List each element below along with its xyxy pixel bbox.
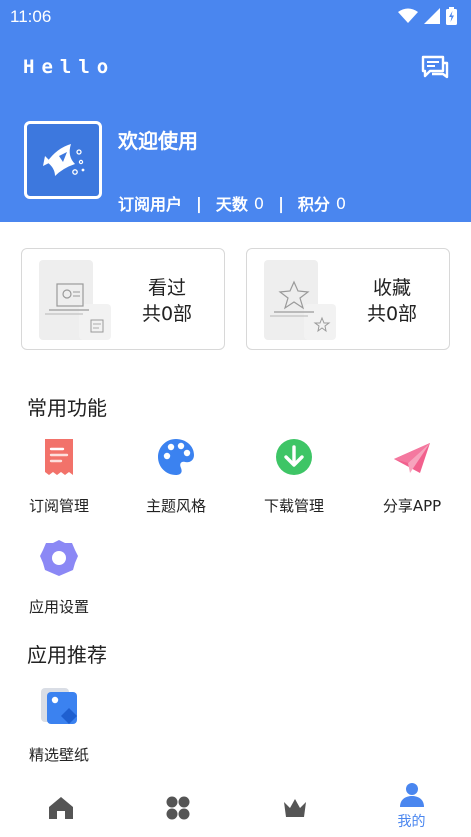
wifi-icon [398,8,418,23]
chat-icon [421,55,449,79]
grid-icon [166,796,189,820]
user-type: 订阅用户 [118,195,183,214]
card-count: 共0部 [141,303,193,325]
status-time: 11:06 [10,7,52,26]
status-bar: 11:06 [0,0,471,34]
favorites-illustration-icon [264,260,336,340]
crown-icon [283,799,306,817]
theme-style-item[interactable]: 主题风格 [121,437,231,516]
common-functions-title: 常用功能 [27,396,107,420]
wallpaper-item[interactable]: 精选壁纸 [4,686,114,765]
days-label: 天数 [215,195,248,214]
header-banner: 11:06 Hello 欢迎使用 订阅用户 | 天数 0 | 积分 0 [0,0,471,222]
points-value: 0 [335,193,347,213]
function-label: 下载管理 [263,497,324,515]
download-manage-item[interactable]: 下载管理 [239,437,349,516]
user-stats: 订阅用户 | 天数 0 | 积分 0 [118,191,346,215]
paper-plane-icon [394,443,430,473]
function-label: 分享APP [382,497,442,515]
favorites-card[interactable]: 收藏 共0部 [246,248,450,350]
app-recommend-title: 应用推荐 [27,643,107,667]
wallpaper-icon [41,688,77,724]
home-icon [48,797,73,819]
battery-icon [446,7,457,25]
nav-vip[interactable] [236,780,353,837]
function-label: 订阅管理 [28,497,89,515]
signal-icon [424,8,440,24]
nav-home[interactable] [2,780,119,837]
gear-icon [40,540,78,576]
share-app-item[interactable]: 分享APP [357,437,467,516]
function-label: 主题风格 [145,497,206,515]
history-illustration-icon [39,260,111,340]
nav-categories[interactable] [119,780,236,837]
watched-card[interactable]: 看过 共0部 [21,248,225,350]
status-icons [398,7,457,25]
welcome-text: 欢迎使用 [118,129,198,153]
user-icon [399,783,424,807]
card-title: 看过 [147,277,186,299]
card-count: 共0部 [366,303,418,325]
palette-icon [158,439,194,475]
message-button[interactable] [421,55,449,81]
bottom-nav: 我的 [0,780,471,837]
function-label: 应用设置 [28,598,89,616]
card-title: 收藏 [372,277,411,299]
app-settings-item[interactable]: 应用设置 [4,538,114,617]
app-title: Hello [23,56,116,78]
fish-logo-icon [43,144,85,176]
nav-mine[interactable]: 我的 [353,780,470,837]
stats-divider: | [278,193,284,213]
function-label: 精选壁纸 [28,746,89,764]
document-icon [45,439,73,475]
nav-mine-label: 我的 [397,814,426,830]
stats-divider: | [196,193,202,213]
subscription-manage-item[interactable]: 订阅管理 [4,437,114,516]
avatar[interactable] [24,121,102,199]
days-value: 0 [253,193,265,213]
points-label: 积分 [297,195,330,214]
download-icon [276,439,312,475]
